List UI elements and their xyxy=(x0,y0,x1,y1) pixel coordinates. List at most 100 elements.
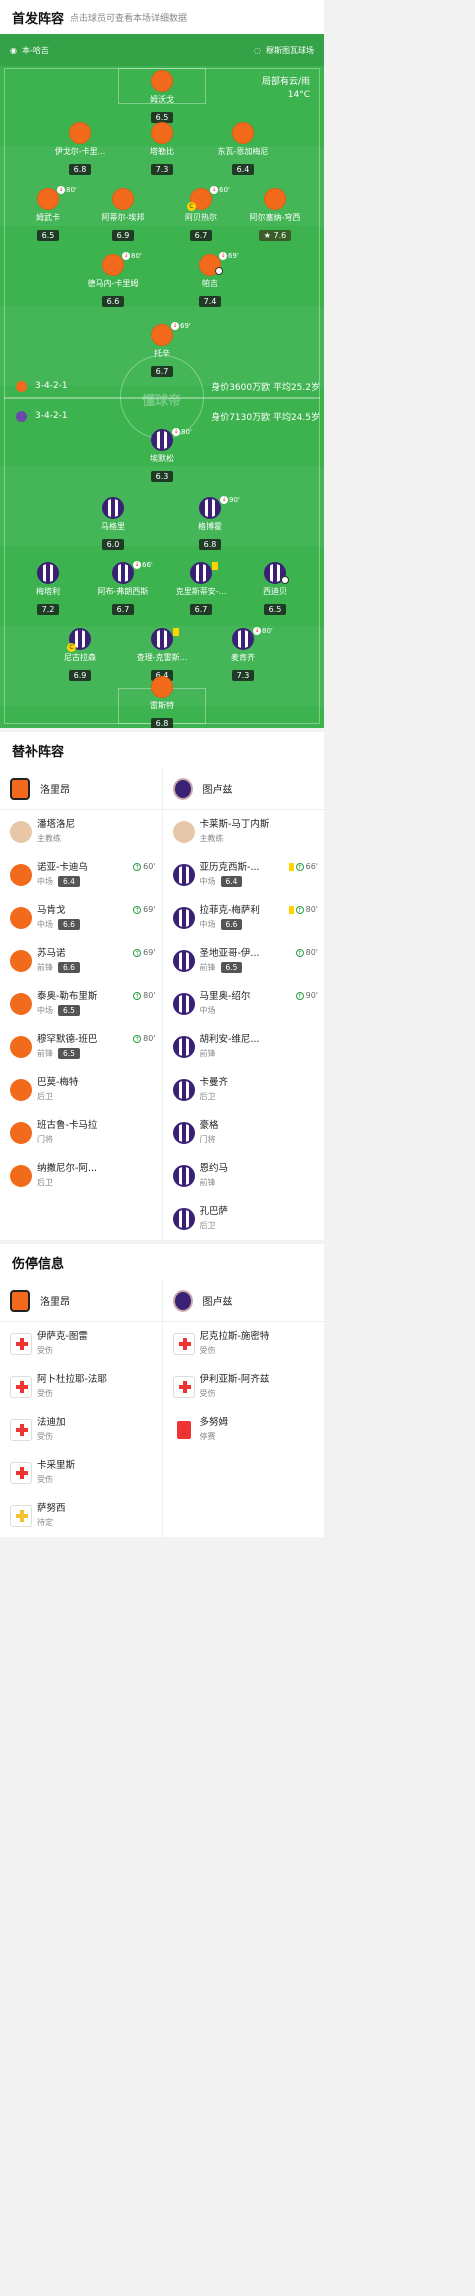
player-meta: 中场 6.5 xyxy=(37,1004,97,1018)
player-rating: 6.4 xyxy=(220,876,243,887)
player-purple-7[interactable]: C 尼古拉森 6.9 xyxy=(38,628,122,682)
sub-on-icon: ↑ xyxy=(295,862,304,871)
sub-player-row[interactable]: 穆罕默德-班巴 前锋 6.5 ↑ 80' xyxy=(0,1025,162,1068)
injury-row[interactable]: 法迪加 受伤 xyxy=(0,1408,162,1451)
player-purple-9[interactable]: ↓ 80' 麦肯齐 7.3 xyxy=(201,627,285,682)
formation: 3-4-2-1 xyxy=(35,381,68,391)
player-orange-8[interactable]: ↓ 80' 德马内-卡里姆 6.6 xyxy=(71,252,155,308)
player-purple-3[interactable]: 梅塔利 7.2 xyxy=(6,562,90,616)
player-name: 恩约马 xyxy=(199,1162,229,1174)
sub-minute: 69' xyxy=(143,948,156,957)
sub-player-row[interactable]: 泰奥-勒布里斯 中场 6.5 ↑ 80' xyxy=(0,982,162,1025)
player-info: 伊萨克-图雷 受伤 xyxy=(37,1330,88,1358)
sub-minute: 80' xyxy=(131,252,142,260)
sub-minute: 90' xyxy=(305,991,318,1000)
sub-player-row[interactable]: 纳撒尼尔-阿... 后卫 xyxy=(0,1154,162,1197)
player-purple-2[interactable]: ↓ 90' 格博霍 6.8 xyxy=(168,496,252,551)
player-purple-4[interactable]: ↓ 66' 阿布-弗朗西斯 6.7 xyxy=(81,561,165,616)
sub-player-row[interactable]: 马里奥-绍尔 中场 ↑ 90' xyxy=(163,982,325,1025)
sub-on-indicator: ↑ 69' xyxy=(133,948,156,957)
player-info: 穆罕默德-班巴 前锋 6.5 xyxy=(37,1033,97,1061)
subs-header: 替补阵容 xyxy=(0,732,324,768)
player-purple-1[interactable]: 马格里 6.0 xyxy=(71,497,155,551)
player-name: 梅塔利 xyxy=(36,587,60,596)
player-rating: 6.4 xyxy=(58,876,80,887)
player-purple-6[interactable]: 西迪贝 6.5 xyxy=(233,562,317,616)
player-orange-7[interactable]: 阿尔塞纳-穹西 ★ 7.6 xyxy=(233,188,317,242)
sub-player-row[interactable]: 苏马诺 前锋 6.6 ↑ 69' xyxy=(0,939,162,982)
player-avatar xyxy=(151,70,173,92)
injury-columns: 伊萨克-图雷 受伤阿卜杜拉耶-法耶 受伤 法迪加 受伤 卡采里斯 受伤 萨努西 待定 尼克拉斯-… xyxy=(0,1322,324,1537)
sub-player-row[interactable]: 拉菲克-梅萨利 中场 6.6 ↑ 80' xyxy=(163,896,325,939)
injury-row[interactable]: 多努姆 停赛 xyxy=(163,1408,325,1451)
player-orange-10[interactable]: ↓ 69' 托辛 6.7 xyxy=(120,322,204,378)
player-name: 阿蒂尔-埃邦 xyxy=(101,213,145,222)
subs-title: 替补阵容 xyxy=(12,744,65,760)
player-orange-3[interactable]: 东瓦-恩加梅尼 6.4 xyxy=(201,122,285,176)
sub-player-row[interactable]: 巴莫-梅特 后卫 xyxy=(0,1068,162,1111)
coach-row[interactable]: 潘塔洛尼 主教练 xyxy=(0,810,162,853)
sub-player-row[interactable]: 豪格 门将 xyxy=(163,1111,325,1154)
player-meta: 前锋 xyxy=(200,1176,229,1190)
sub-player-row[interactable]: 马肯戈 中场 6.6 ↑ 69' xyxy=(0,896,162,939)
injury-row[interactable]: 阿卜杜拉耶-法耶 受伤 xyxy=(0,1365,162,1408)
player-avatar xyxy=(172,1078,195,1101)
player-rating: 6.6 xyxy=(58,962,80,973)
player-name: 泰奥-勒布里斯 xyxy=(37,990,98,1002)
sub-off-icon: ↓ 80' xyxy=(253,627,273,635)
player-orange-0[interactable]: 姆沃戈 6.5 xyxy=(120,70,204,124)
player-orange-4[interactable]: ↓ 80' 姆武卡 6.5 xyxy=(6,186,90,242)
injury-header: 伤停信息 xyxy=(0,1244,324,1280)
sub-player-row[interactable]: 卡曼齐 后卫 xyxy=(163,1068,325,1111)
player-avatar xyxy=(10,1121,32,1144)
away-formation-row: 3-4-2-1 身价7130万欧 平均24.5岁 xyxy=(16,408,320,424)
player-position: 中场 xyxy=(37,876,53,886)
player-name: 阿尔塞纳-穹西 xyxy=(249,213,301,222)
sub-on-indicator: ↑ 66' xyxy=(288,862,318,871)
player-avatar: ↓ 80' xyxy=(232,627,273,650)
sub-player-row[interactable]: 胡利安-维尼... 前锋 xyxy=(163,1025,325,1068)
player-orange-9[interactable]: ↓ 69' 帕吉 7.4 xyxy=(168,252,252,308)
injury-row[interactable]: 伊利亚斯-阿齐兹 受伤 xyxy=(163,1365,325,1408)
sub-player-row[interactable]: 诺亚-卡迪乌 中场 6.4 ↑ 60' xyxy=(0,853,162,896)
player-rating: 7.3 xyxy=(150,164,174,175)
captain-icon: C xyxy=(187,202,196,211)
player-meta: 前锋 6.6 xyxy=(37,961,80,975)
sub-player-row[interactable]: 班古鲁-卡马拉 门将 xyxy=(0,1111,162,1154)
player-purple-5[interactable]: 克里斯蒂安-... 6.7 xyxy=(159,562,243,616)
injury-row[interactable]: 卡采里斯 受伤 xyxy=(0,1451,162,1494)
injury-team-row: 洛里昂 图卢兹 xyxy=(0,1280,324,1322)
player-purple-10[interactable]: 雷斯特 6.8 xyxy=(120,676,204,728)
sub-player-row[interactable]: 圣地亚哥-伊... 前锋 6.5 ↑ 80' xyxy=(163,939,325,982)
player-avatar xyxy=(102,497,124,519)
player-name: 巴莫-梅特 xyxy=(37,1076,79,1088)
player-orange-2[interactable]: 塔勒比 7.3 xyxy=(120,122,204,176)
injury-title: 伤停信息 xyxy=(12,1256,65,1272)
player-name: 埃默松 xyxy=(150,454,174,463)
player-purple-0[interactable]: ↓ 80' 埃默松 6.3 xyxy=(120,428,204,483)
coach-row[interactable]: 卡莱斯-马丁内斯 主教练 xyxy=(163,810,325,853)
injury-row[interactable]: 萨努西 待定 xyxy=(0,1494,162,1537)
sub-on-icon: ↑ xyxy=(133,862,142,871)
sub-minute: 80' xyxy=(262,627,273,635)
yellow-card-icon xyxy=(288,862,294,871)
sub-player-row[interactable]: 恩约马 前锋 xyxy=(163,1154,325,1197)
weather-info: 局部有云/雨 14°C xyxy=(262,76,310,102)
injury-row[interactable]: 伊萨克-图雷 受伤 xyxy=(0,1322,162,1365)
player-position: 前锋 xyxy=(37,1048,53,1058)
lineup-subtitle: 点击球员可查看本场详细数据 xyxy=(70,13,188,24)
sub-player-row[interactable]: 孔巴萨 后卫 xyxy=(163,1197,325,1240)
player-name: 法迪加 xyxy=(37,1416,66,1428)
player-name: 伊萨克-图雷 xyxy=(37,1330,88,1342)
player-avatar xyxy=(232,122,254,144)
player-orange-5[interactable]: 阿蒂尔-埃邦 6.9 xyxy=(81,188,165,242)
sub-player-row[interactable]: 亚历克西斯-... 中场 6.4 ↑ 66' xyxy=(163,853,325,896)
sub-on-icon: ↑ xyxy=(133,905,142,914)
team-name: 洛里昂 xyxy=(40,785,70,796)
player-orange-6[interactable]: C ↓ 60' 阿贝热尔 6.7 xyxy=(159,186,243,242)
injury-row[interactable]: 尼克拉斯-施密特 受伤 xyxy=(163,1322,325,1365)
sub-off-icon: ↓ 69' xyxy=(219,252,239,260)
stadium-label: 穆斯图瓦球场 xyxy=(266,45,314,55)
player-purple-8[interactable]: 查理-克雷斯...6.4 xyxy=(120,628,204,682)
player-orange-1[interactable]: 伊戈尔-卡里... 6.8 xyxy=(38,122,122,176)
